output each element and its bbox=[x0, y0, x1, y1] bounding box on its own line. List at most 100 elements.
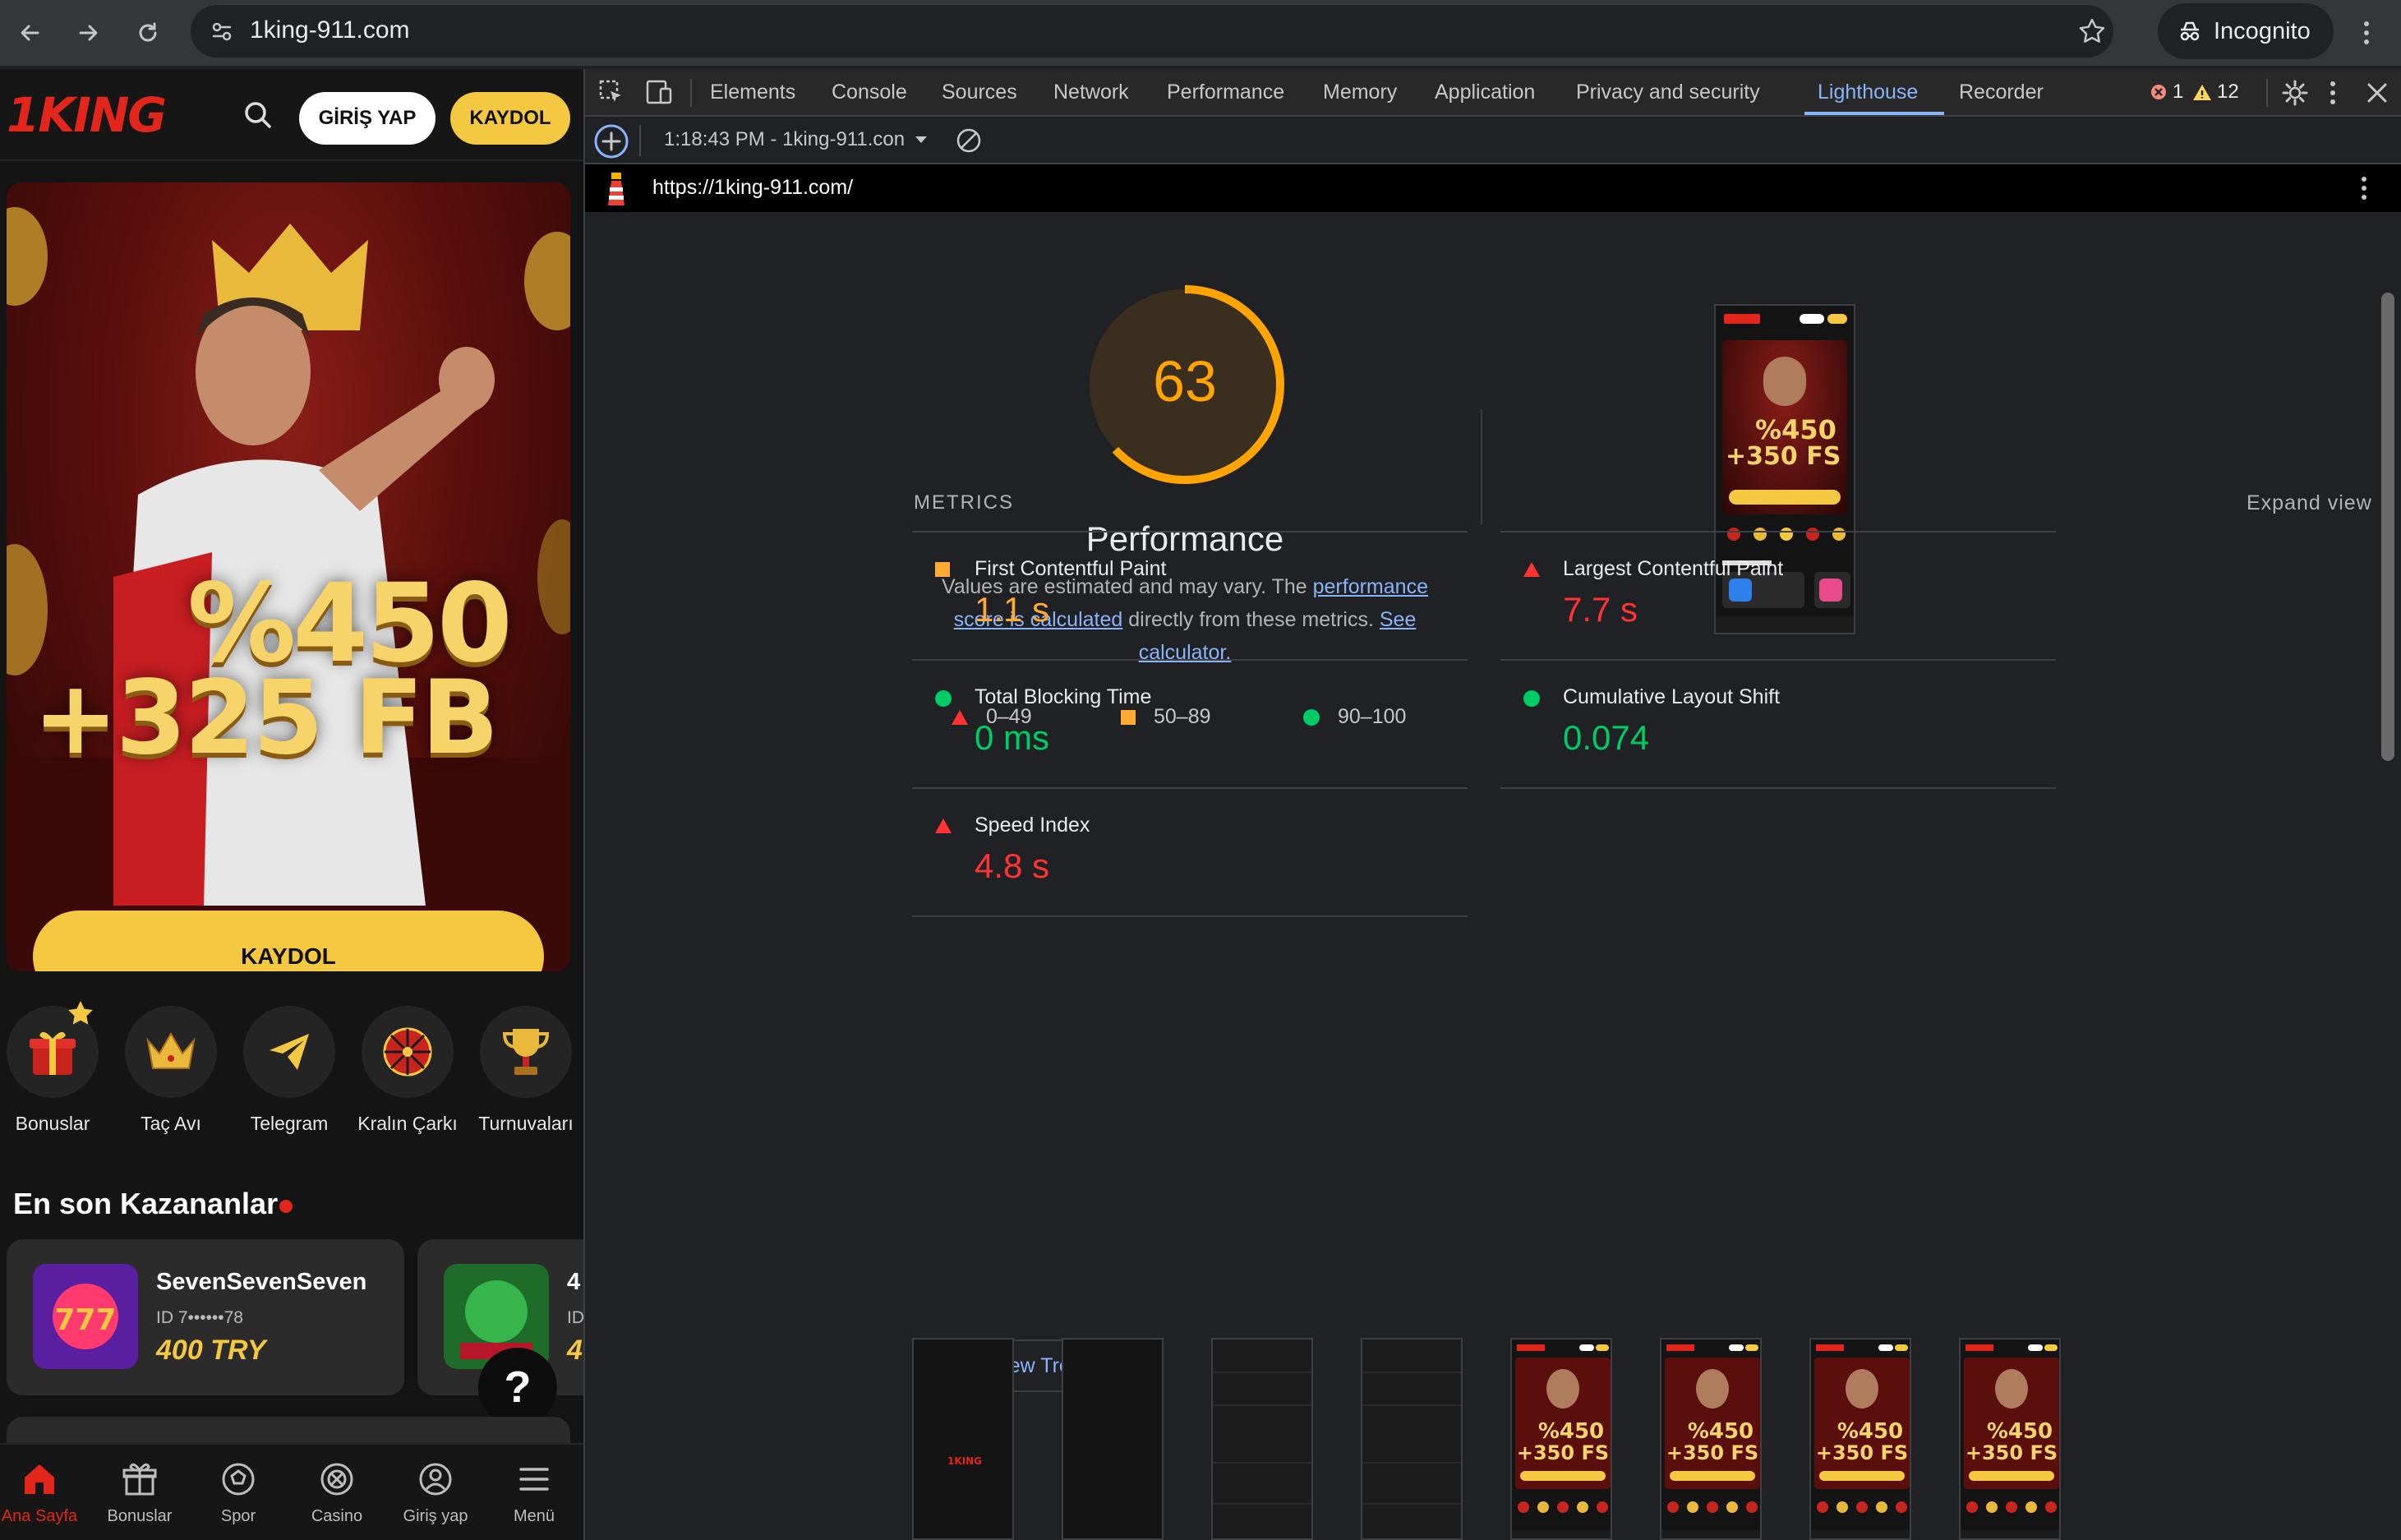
metric-label: Cumulative Layout Shift bbox=[1563, 685, 1781, 708]
trophy-icon bbox=[480, 1006, 572, 1098]
quick-link-turnuvalari[interactable]: Turnuvaları bbox=[468, 1006, 583, 1135]
filmstrip-promo2: +350 FS bbox=[1966, 1441, 2058, 1464]
filmstrip-promo1: %450 bbox=[1837, 1419, 1903, 1444]
metric-cumulative-layout-shift[interactable]: Cumulative Layout Shift 0.074 bbox=[1500, 661, 2056, 789]
lighthouse-logo-icon bbox=[608, 173, 624, 205]
tab-menu[interactable]: Menü bbox=[485, 1456, 583, 1526]
report-selector[interactable]: 1:18:43 PM - 1king-911.con bbox=[664, 128, 928, 151]
report-url[interactable]: https://1king-911.com/ bbox=[652, 176, 853, 200]
devtools-more-icon[interactable] bbox=[2329, 79, 2337, 107]
metric-total-blocking-time[interactable]: Total Blocking Time 0 ms bbox=[912, 661, 1468, 789]
filmstrip-frame[interactable] bbox=[1361, 1338, 1463, 1540]
device-toggle-icon[interactable] bbox=[644, 79, 674, 105]
filmstrip-frame[interactable]: %450 +350 FS bbox=[1959, 1338, 2061, 1540]
filmstrip-frame[interactable] bbox=[1062, 1338, 1164, 1540]
report-url-bar: https://1king-911.com/ bbox=[585, 164, 2401, 212]
tab-label: Menü bbox=[513, 1507, 555, 1525]
tab-bonuslar[interactable]: Bonuslar bbox=[90, 1456, 189, 1526]
screenshot-header bbox=[1724, 314, 1847, 327]
quick-link-tac-avi[interactable]: Taç Avı bbox=[113, 1006, 228, 1135]
divider bbox=[1481, 409, 1482, 524]
tab-console[interactable]: Console bbox=[832, 81, 907, 104]
metrics-heading: METRICS bbox=[914, 491, 1014, 514]
warning-count: 12 bbox=[2217, 81, 2239, 103]
triangle-icon bbox=[935, 818, 952, 833]
incognito-badge[interactable]: Incognito bbox=[2158, 3, 2334, 59]
reload-button[interactable] bbox=[128, 13, 168, 53]
new-report-plus-icon[interactable] bbox=[593, 123, 629, 159]
circle-icon bbox=[935, 690, 952, 707]
tab-memory[interactable]: Memory bbox=[1323, 81, 1397, 104]
banner-register-button[interactable]: KAYDOL bbox=[33, 911, 544, 971]
filmstrip-frame[interactable]: 1KING bbox=[912, 1338, 1014, 1540]
quick-link-kralin-carki[interactable]: Kralın Çarkı bbox=[350, 1006, 465, 1135]
tab-ana-sayfa[interactable]: Ana Sayfa bbox=[0, 1456, 89, 1526]
metric-value: 1.1 s bbox=[975, 590, 1050, 629]
winner-card[interactable]: 777 SevenSevenSeven ID 7••••••78 400 TRY bbox=[7, 1239, 404, 1395]
register-button[interactable]: KAYDOL bbox=[450, 92, 570, 145]
active-tab-indicator bbox=[1804, 112, 1944, 115]
tab-recorder[interactable]: Recorder bbox=[1959, 81, 2044, 104]
expand-view-toggle[interactable]: Expand view bbox=[2247, 491, 2372, 515]
quick-link-telegram[interactable]: Telegram bbox=[232, 1006, 347, 1135]
site-info-icon[interactable] bbox=[209, 18, 235, 44]
quick-link-bonuslar[interactable]: Bonuslar bbox=[0, 1001, 110, 1135]
filmstrip-frame[interactable]: %450 +350 FS bbox=[1809, 1338, 1911, 1540]
forward-button[interactable] bbox=[69, 13, 108, 53]
report-menu-icon[interactable] bbox=[2360, 174, 2368, 202]
tab-elements[interactable]: Elements bbox=[710, 81, 795, 104]
divider bbox=[2266, 79, 2268, 107]
warning-counter[interactable]: 12 bbox=[2192, 81, 2239, 104]
tab-application[interactable]: Application bbox=[1435, 81, 1535, 104]
quick-link-label: Taç Avı bbox=[141, 1113, 201, 1134]
filmstrip-frame-image bbox=[1362, 1339, 1461, 1538]
filmstrip-frame[interactable]: %450 +350 FS bbox=[1510, 1338, 1612, 1540]
tab-casino[interactable]: Casino bbox=[288, 1456, 386, 1526]
promo-banner[interactable]: %450 +325 FB KAYDOL bbox=[7, 182, 570, 971]
metric-label: Speed Index bbox=[975, 814, 1090, 837]
tab-label: Giriş yap bbox=[403, 1507, 468, 1525]
metric-largest-contentful-paint[interactable]: Largest Contentful Paint 7.7 s bbox=[1500, 533, 2056, 661]
tab-spor[interactable]: Spor bbox=[189, 1456, 288, 1526]
metric-first-contentful-paint[interactable]: First Contentful Paint 1.1 s bbox=[912, 533, 1468, 661]
close-devtools-icon[interactable] bbox=[2365, 81, 2389, 105]
filmstrip-frame-image bbox=[1213, 1339, 1311, 1538]
tab-performance[interactable]: Performance bbox=[1167, 81, 1284, 104]
settings-gear-icon[interactable] bbox=[2281, 79, 2309, 107]
mini-login bbox=[1800, 314, 1824, 324]
site-header: 1KING GİRİŞ YAP KAYDOL bbox=[0, 69, 583, 161]
filmstrip-promo1: %450 bbox=[1688, 1419, 1754, 1444]
gift-icon bbox=[117, 1456, 163, 1502]
warning-icon bbox=[2193, 85, 2211, 100]
winner-name: 4 bbox=[567, 1269, 581, 1295]
url-text[interactable]: 1king-911.com bbox=[250, 16, 410, 44]
help-button[interactable]: ? bbox=[478, 1348, 557, 1427]
tab-lighthouse[interactable]: Lighthouse bbox=[1818, 81, 1918, 104]
metric-speed-index[interactable]: Speed Index 4.8 s bbox=[912, 789, 1468, 917]
filmstrip-frame-image: %450+350 FS bbox=[1811, 1339, 1910, 1538]
filmstrip-frame-image: %450+350 FS bbox=[1661, 1339, 1760, 1538]
search-icon[interactable] bbox=[242, 99, 274, 131]
square-icon bbox=[935, 562, 950, 577]
inspect-element-icon[interactable] bbox=[598, 79, 624, 105]
address-bar[interactable]: 1king-911.com bbox=[191, 5, 2113, 58]
tab-giris-yap[interactable]: Giriş yap bbox=[386, 1456, 485, 1526]
filmstrip-frame[interactable]: %450 +350 FS bbox=[1660, 1338, 1762, 1540]
back-button[interactable] bbox=[10, 13, 49, 53]
performance-score-gauge[interactable]: 63 bbox=[1078, 278, 1292, 491]
tab-network[interactable]: Network bbox=[1053, 81, 1129, 104]
browser-menu-button[interactable] bbox=[2347, 13, 2386, 53]
tab-sources[interactable]: Sources bbox=[942, 81, 1017, 104]
site-logo[interactable]: 1KING bbox=[7, 87, 167, 143]
wheel-icon bbox=[362, 1006, 454, 1098]
website-viewport: 1KING GİRİŞ YAP KAYDOL %450 +325 FB KAYD… bbox=[0, 69, 583, 1540]
svg-text:777: 777 bbox=[54, 1303, 116, 1337]
tab-privacy-security[interactable]: Privacy and security bbox=[1576, 81, 1760, 104]
clear-reports-icon[interactable] bbox=[955, 127, 983, 154]
mini-logo bbox=[1724, 314, 1760, 324]
scrollbar-thumb[interactable] bbox=[2381, 293, 2394, 761]
error-counter[interactable]: 1 bbox=[2150, 81, 2183, 104]
bookmark-star-icon[interactable] bbox=[2077, 16, 2107, 46]
login-button[interactable]: GİRİŞ YAP bbox=[299, 92, 435, 145]
filmstrip-frame[interactable] bbox=[1211, 1338, 1313, 1540]
